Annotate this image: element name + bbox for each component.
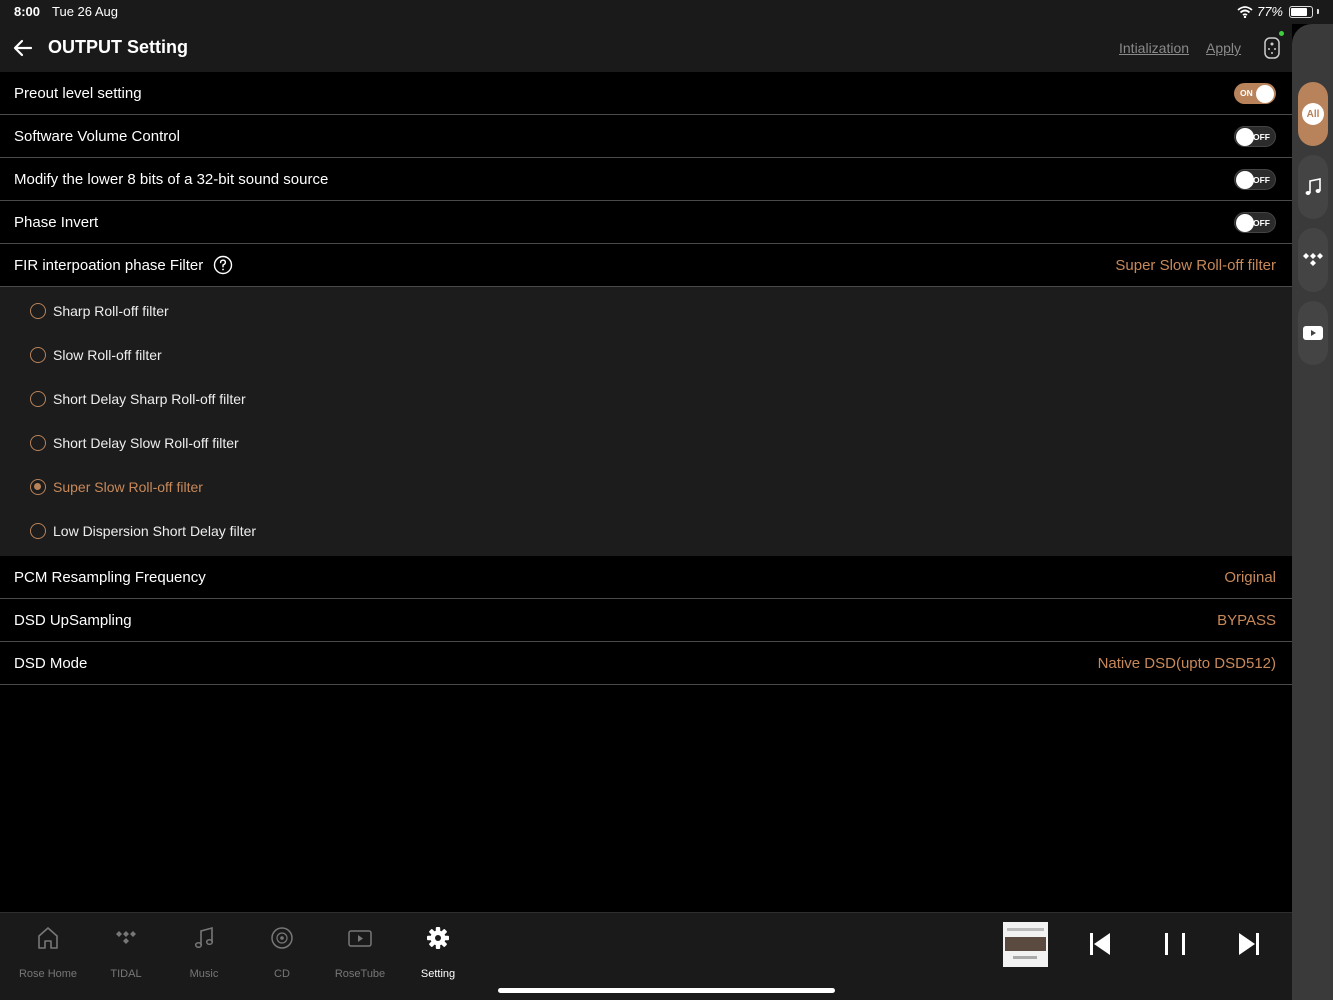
software-volume-label: Software Volume Control	[14, 128, 180, 145]
filter-option-label: Short Delay Sharp Roll-off filter	[53, 391, 246, 407]
fir-filter-label: FIR interpoation phase Filter	[14, 257, 204, 274]
toggle-state: ON	[1240, 88, 1253, 98]
tidal-icon	[116, 931, 136, 944]
dsd-upsampling-label: DSD UpSampling	[14, 612, 132, 629]
status-indicators: 77%	[1237, 4, 1319, 19]
gear-icon	[427, 927, 449, 949]
radio-button	[30, 347, 46, 363]
remote-control-icon[interactable]	[1262, 36, 1282, 60]
rail-tidal-button[interactable]	[1298, 228, 1328, 292]
cd-icon	[271, 927, 293, 949]
rail-rosetube-button[interactable]	[1298, 301, 1328, 365]
all-label: All	[1302, 103, 1324, 125]
toggle-state: OFF	[1253, 218, 1270, 228]
radio-button	[30, 391, 46, 407]
youtube-icon	[1303, 326, 1323, 340]
preout-toggle[interactable]: ON	[1234, 83, 1276, 104]
side-rail: All	[1292, 24, 1333, 1000]
status-time: 8:00	[14, 4, 41, 19]
pcm-resampling-row[interactable]: PCM Resampling Frequency Original	[0, 556, 1292, 599]
home-indicator[interactable]	[498, 988, 835, 993]
fir-filter-row[interactable]: FIR interpoation phase Filter Super Slow…	[0, 244, 1292, 287]
fir-filter-value: Super Slow Roll-off filter	[1115, 257, 1276, 274]
next-track-icon[interactable]	[1238, 932, 1260, 956]
tab-label: Setting	[420, 968, 456, 980]
modify-bits-toggle[interactable]: OFF	[1234, 169, 1276, 190]
filter-option-label: Low Dispersion Short Delay filter	[53, 523, 257, 539]
phase-invert-toggle[interactable]: OFF	[1234, 212, 1276, 233]
dsd-mode-row[interactable]: DSD Mode Native DSD(upto DSD512)	[0, 642, 1292, 685]
help-question-icon[interactable]	[213, 255, 233, 275]
tab-cd[interactable]: CD	[243, 925, 321, 981]
status-date: Tue 26 Aug	[52, 4, 119, 19]
toggle-state: OFF	[1253, 132, 1270, 142]
phase-invert-row: Phase Invert OFF	[0, 201, 1292, 244]
software-volume-row: Software Volume Control OFF	[0, 115, 1292, 158]
back-arrow-icon[interactable]	[10, 36, 36, 60]
tidal-icon	[1303, 253, 1323, 266]
dsd-upsampling-row[interactable]: DSD UpSampling BYPASS	[0, 599, 1292, 642]
tab-label: CD	[274, 968, 290, 980]
radio-button-selected	[30, 479, 46, 495]
home-icon	[38, 927, 58, 949]
status-bar: 8:00 Tue 26 Aug 77%	[0, 0, 1333, 24]
tab-label: TIDAL	[110, 968, 142, 980]
tab-rosetube[interactable]: RoseTube	[321, 925, 399, 981]
music-note-icon	[194, 926, 214, 949]
wifi-icon	[1237, 5, 1253, 18]
dsd-mode-label: DSD Mode	[14, 655, 88, 672]
page-title: OUTPUT Setting	[48, 37, 188, 57]
filter-option-label: Super Slow Roll-off filter	[53, 479, 203, 495]
tab-setting[interactable]: Setting	[399, 925, 477, 981]
tab-label: Music	[189, 968, 219, 980]
dsd-mode-value: Native DSD(upto DSD512)	[1097, 655, 1276, 672]
settings-list: Preout level setting ON Software Volume …	[0, 72, 1292, 685]
filter-option-label: Sharp Roll-off filter	[53, 303, 169, 319]
preout-label: Preout level setting	[14, 85, 142, 102]
apply-link[interactable]: Apply	[1206, 40, 1241, 56]
page-header: OUTPUT Setting Intialization Apply	[0, 24, 1292, 72]
modify-bits-row: Modify the lower 8 bits of a 32-bit soun…	[0, 158, 1292, 201]
radio-button	[30, 303, 46, 319]
tab-label: RoseTube	[334, 968, 386, 980]
preout-row: Preout level setting ON	[0, 72, 1292, 115]
battery-icon	[1289, 5, 1313, 18]
radio-button	[30, 435, 46, 451]
pcm-resampling-value: Original	[1224, 569, 1276, 586]
pcm-resampling-label: PCM Resampling Frequency	[14, 569, 206, 586]
tab-rose-home[interactable]: Rose Home	[9, 925, 87, 981]
connection-status-dot	[1279, 31, 1284, 36]
software-volume-toggle[interactable]: OFF	[1234, 126, 1276, 147]
music-note-icon	[1305, 178, 1321, 195]
phase-invert-label: Phase Invert	[14, 214, 99, 231]
previous-track-icon[interactable]	[1089, 932, 1111, 956]
radio-button	[30, 523, 46, 539]
tab-tidal[interactable]: TIDAL	[87, 925, 165, 981]
battery-percent: 77%	[1256, 4, 1283, 19]
now-playing-album-art[interactable]	[1003, 922, 1048, 967]
rail-all-button[interactable]: All	[1298, 82, 1328, 146]
tab-music[interactable]: Music	[165, 925, 243, 981]
initialization-link[interactable]: Intialization	[1119, 40, 1189, 56]
bottom-navigation: Rose Home TIDAL Music CD RoseTube Settin…	[0, 912, 1292, 1000]
pause-icon[interactable]	[1163, 932, 1187, 956]
play-icon	[348, 930, 372, 947]
dsd-upsampling-value: BYPASS	[1217, 612, 1276, 629]
tab-label: Rose Home	[18, 968, 78, 980]
modify-bits-label: Modify the lower 8 bits of a 32-bit soun…	[14, 171, 329, 188]
filter-option-label: Slow Roll-off filter	[53, 347, 162, 363]
fir-filter-options: Sharp Roll-off filter Slow Roll-off filt…	[0, 287, 1292, 556]
rail-music-button[interactable]	[1298, 155, 1328, 219]
toggle-state: OFF	[1253, 175, 1270, 185]
filter-option-label: Short Delay Slow Roll-off filter	[53, 435, 239, 451]
